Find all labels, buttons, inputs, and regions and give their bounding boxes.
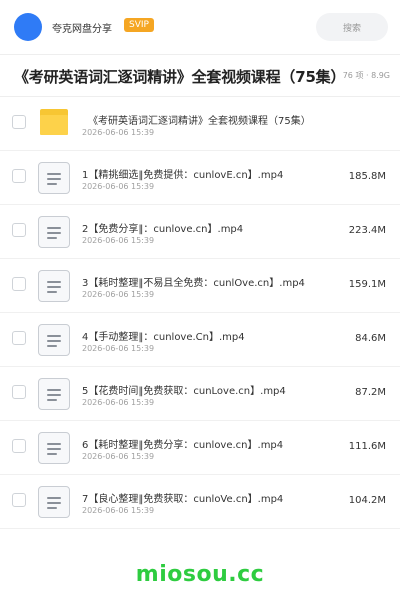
document-icon xyxy=(38,432,70,464)
file-date: 2026-06-06 15:39 xyxy=(82,290,155,299)
folder-date: 2026-06-06 15:39 xyxy=(82,128,155,137)
file-row[interactable]: 3【耗时整理‖不易且全免费：cunlOve.cn】.mp4 2026-06-06… xyxy=(0,259,400,313)
file-row[interactable]: 1【精挑细选‖免费提供：cunlovE.cn】.mp4 2026-06-06 1… xyxy=(0,151,400,205)
share-meta: 76 项 · 8.9G xyxy=(342,71,390,80)
file-name[interactable]: 5【花费时间‖免费获取：cunLove.cn】.mp4 xyxy=(82,382,286,397)
file-date: 2026-06-06 15:39 xyxy=(82,506,155,515)
file-list: 《考研英语词汇逐词精讲》全套视频课程（75集） 2026-06-06 15:39… xyxy=(0,97,400,529)
document-icon xyxy=(38,270,70,302)
file-row[interactable]: 4【手动整理‖：cunlove.Cn】.mp4 2026-06-06 15:39… xyxy=(0,313,400,367)
file-row[interactable]: 7【良心整理‖免费获取：cunloVe.cn】.mp4 2026-06-06 1… xyxy=(0,475,400,529)
file-size: 111.6M xyxy=(348,441,386,452)
folder-name[interactable]: 《考研英语词汇逐词精讲》全套视频课程（75集） xyxy=(88,112,311,127)
file-date: 2026-06-06 15:39 xyxy=(82,182,155,191)
document-icon xyxy=(38,162,70,194)
folder-row[interactable]: 《考研英语词汇逐词精讲》全套视频课程（75集） 2026-06-06 15:39 xyxy=(0,97,400,151)
file-name[interactable]: 1【精挑细选‖免费提供：cunlovE.cn】.mp4 xyxy=(82,166,283,181)
header-divider xyxy=(0,54,400,55)
row-checkbox[interactable] xyxy=(12,277,26,291)
search-box[interactable]: 搜索 xyxy=(316,13,388,41)
search-placeholder: 搜索 xyxy=(342,23,361,34)
watermark: miosou.cc xyxy=(135,562,265,587)
file-size: 185.8M xyxy=(348,171,386,182)
file-date: 2026-06-06 15:39 xyxy=(82,236,155,245)
page-title: 《考研英语词汇逐词精讲》全套视频课程（75集） xyxy=(14,68,346,86)
row-checkbox[interactable] xyxy=(12,169,26,183)
file-date: 2026-06-06 15:39 xyxy=(82,452,155,461)
file-name[interactable]: 3【耗时整理‖不易且全免费：cunlOve.cn】.mp4 xyxy=(82,274,305,289)
file-name[interactable]: 2【免费分享‖：cunlove.cn】.mp4 xyxy=(82,220,243,235)
file-size: 87.2M xyxy=(355,387,386,398)
file-row[interactable]: 5【花费时间‖免费获取：cunLove.cn】.mp4 2026-06-06 1… xyxy=(0,367,400,421)
row-checkbox[interactable] xyxy=(12,439,26,453)
row-checkbox[interactable] xyxy=(12,493,26,507)
file-row[interactable]: 2【免费分享‖：cunlove.cn】.mp4 2026-06-06 15:39… xyxy=(0,205,400,259)
file-name[interactable]: 4【手动整理‖：cunlove.Cn】.mp4 xyxy=(82,328,245,343)
file-name[interactable]: 7【良心整理‖免费获取：cunloVe.cn】.mp4 xyxy=(82,490,283,505)
row-checkbox[interactable] xyxy=(12,385,26,399)
file-name[interactable]: 6【耗时整理‖免费分享：cunlove.cn】.mp4 xyxy=(82,436,283,451)
file-row[interactable]: 6【耗时整理‖免费分享：cunlove.cn】.mp4 2026-06-06 1… xyxy=(0,421,400,475)
file-date: 2026-06-06 15:39 xyxy=(82,344,155,353)
svip-badge: SVIP xyxy=(124,18,154,32)
file-size: 159.1M xyxy=(348,279,386,290)
folder-icon xyxy=(38,108,70,140)
file-size: 223.4M xyxy=(348,225,386,236)
document-icon xyxy=(38,324,70,356)
brand-name: 夸克网盘分享 xyxy=(52,24,112,35)
row-checkbox[interactable] xyxy=(12,331,26,345)
document-icon xyxy=(38,378,70,410)
file-size: 84.6M xyxy=(355,333,386,344)
share-title-row: 《考研英语词汇逐词精讲》全套视频课程（75集） 76 项 · 8.9G xyxy=(0,62,400,90)
document-icon xyxy=(38,216,70,248)
row-checkbox[interactable] xyxy=(12,223,26,237)
file-size: 104.2M xyxy=(348,495,386,506)
header-bar: 夸克网盘分享 SVIP 搜索 xyxy=(0,0,400,54)
row-checkbox[interactable] xyxy=(12,115,26,129)
file-date: 2026-06-06 15:39 xyxy=(82,398,155,407)
document-icon xyxy=(38,486,70,518)
avatar[interactable] xyxy=(14,13,42,41)
